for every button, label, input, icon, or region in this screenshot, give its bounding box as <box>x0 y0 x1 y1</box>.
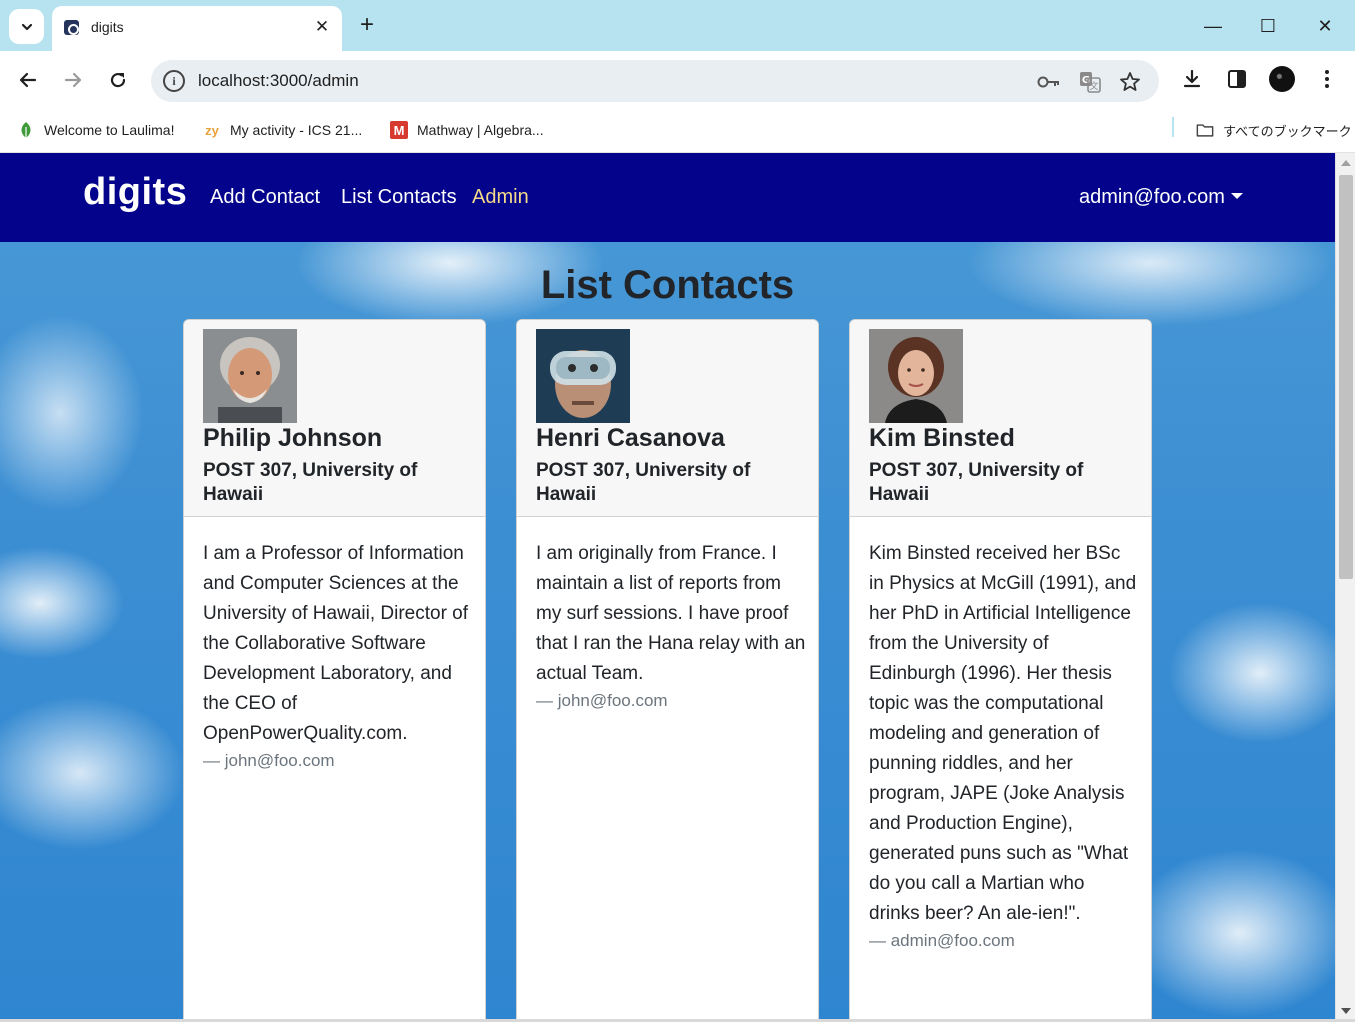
bookmark-label: My activity - ICS 21... <box>230 122 363 138</box>
browser-tab[interactable]: digits ✕ <box>52 6 342 51</box>
profile-avatar[interactable] <box>1268 65 1296 93</box>
tab-search-button[interactable] <box>9 9 44 44</box>
contact-address: POST 307, University of Hawaii <box>536 460 751 505</box>
scroll-up-icon[interactable] <box>1341 160 1351 166</box>
contact-photo <box>536 329 630 423</box>
card-body: Kim Binsted received her BSc in Physics … <box>869 539 1139 953</box>
reload-button[interactable] <box>103 65 133 95</box>
card-header: Philip Johnson POST 307, University of H… <box>184 320 485 517</box>
site-favicon-icon <box>64 20 79 35</box>
tab-title: digits <box>91 19 124 35</box>
close-window-button[interactable]: ✕ <box>1311 13 1339 41</box>
site-info-icon[interactable]: i <box>163 70 185 92</box>
app-navbar: digits Add Contact List Contacts Admin a… <box>0 153 1335 242</box>
contact-name: Henri Casanova <box>536 424 725 452</box>
contact-owner: — john@foo.com <box>203 751 335 770</box>
address-bar[interactable]: i localhost:3000/admin G文 <box>151 60 1159 102</box>
reload-icon <box>110 72 126 88</box>
menu-kebab-icon[interactable] <box>1313 65 1341 93</box>
contact-card: Henri Casanova POST 307, University of H… <box>516 319 819 1019</box>
contact-name: Philip Johnson <box>203 424 383 452</box>
user-email: admin@foo.com <box>1079 186 1225 208</box>
browser-toolbar: i localhost:3000/admin G文 <box>0 51 1355 109</box>
nav-list-contacts[interactable]: List Contacts <box>341 186 457 209</box>
scrollbar-thumb[interactable] <box>1339 175 1353 579</box>
contact-name: Kim Binsted <box>869 424 1015 452</box>
zybooks-icon: zy <box>205 122 219 138</box>
contact-address: POST 307, University of Hawaii <box>203 460 418 505</box>
star-icon[interactable] <box>1118 70 1142 94</box>
contact-description: I am a Professor of Information and Comp… <box>203 543 469 744</box>
page-scrollbar[interactable] <box>1335 153 1355 1019</box>
nav-admin[interactable]: Admin <box>472 186 529 209</box>
caret-down-icon <box>1230 192 1243 199</box>
mathway-icon: M <box>390 121 408 139</box>
chevron-down-icon <box>21 23 32 30</box>
contact-card: Kim Binsted POST 307, University of Hawa… <box>849 319 1152 1019</box>
card-body: I am a Professor of Information and Comp… <box>203 539 473 773</box>
contact-description: I am originally from France. I maintain … <box>536 543 806 684</box>
tab-strip: digits ✕ + — ☐ ✕ <box>0 0 1355 51</box>
folder-icon <box>1196 121 1214 139</box>
maximize-button[interactable]: ☐ <box>1254 13 1282 41</box>
bookmark-label: Welcome to Laulima! <box>44 122 175 138</box>
page-title: List Contacts <box>540 263 795 307</box>
svg-text:文: 文 <box>1089 80 1098 92</box>
bookmarks-divider <box>1172 117 1174 137</box>
minimize-button[interactable]: — <box>1199 13 1227 41</box>
key-icon[interactable] <box>1037 70 1061 94</box>
scroll-down-icon[interactable] <box>1341 1008 1351 1014</box>
bookmark-zybooks[interactable]: zy My activity - ICS 21... <box>203 119 362 141</box>
card-header: Henri Casanova POST 307, University of H… <box>517 320 818 517</box>
bookmark-label: Mathway | Algebra... <box>417 122 544 138</box>
card-header: Kim Binsted POST 307, University of Hawa… <box>850 320 1151 517</box>
bookmark-laulima[interactable]: Welcome to Laulima! <box>17 119 174 141</box>
contact-address: POST 307, University of Hawaii <box>869 460 1084 505</box>
contact-photo <box>869 329 963 423</box>
arrow-right-icon <box>64 72 82 88</box>
contact-card: Philip Johnson POST 307, University of H… <box>183 319 486 1019</box>
back-button[interactable] <box>13 65 43 95</box>
contact-owner: — john@foo.com <box>536 691 668 710</box>
all-bookmarks[interactable]: すべてのブックマーク <box>1196 119 1352 141</box>
arrow-left-icon <box>19 72 37 88</box>
brand-logo[interactable]: digits <box>83 171 187 214</box>
all-bookmarks-label: すべてのブックマーク <box>1223 123 1352 139</box>
close-tab-icon[interactable]: ✕ <box>312 17 332 37</box>
bookmark-mathway[interactable]: M Mathway | Algebra... <box>390 119 544 141</box>
download-icon[interactable] <box>1178 65 1206 93</box>
bookmarks-bar: Welcome to Laulima! zy My activity - ICS… <box>0 109 1355 153</box>
translate-icon[interactable]: G文 <box>1078 70 1102 94</box>
card-body: I am originally from France. I maintain … <box>536 539 806 713</box>
nav-add-contact[interactable]: Add Contact <box>210 186 320 209</box>
contact-photo <box>203 329 297 423</box>
forward-button[interactable] <box>58 65 88 95</box>
url-text[interactable]: localhost:3000/admin <box>198 71 359 91</box>
leaf-icon <box>17 121 35 139</box>
contact-owner: — admin@foo.com <box>869 931 1015 950</box>
new-tab-button[interactable]: + <box>354 13 380 39</box>
contact-description: Kim Binsted received her BSc in Physics … <box>869 543 1137 924</box>
page-viewport: digits Add Contact List Contacts Admin a… <box>0 153 1335 1019</box>
side-panel-icon[interactable] <box>1223 65 1251 93</box>
user-dropdown[interactable]: admin@foo.com <box>1079 186 1243 209</box>
